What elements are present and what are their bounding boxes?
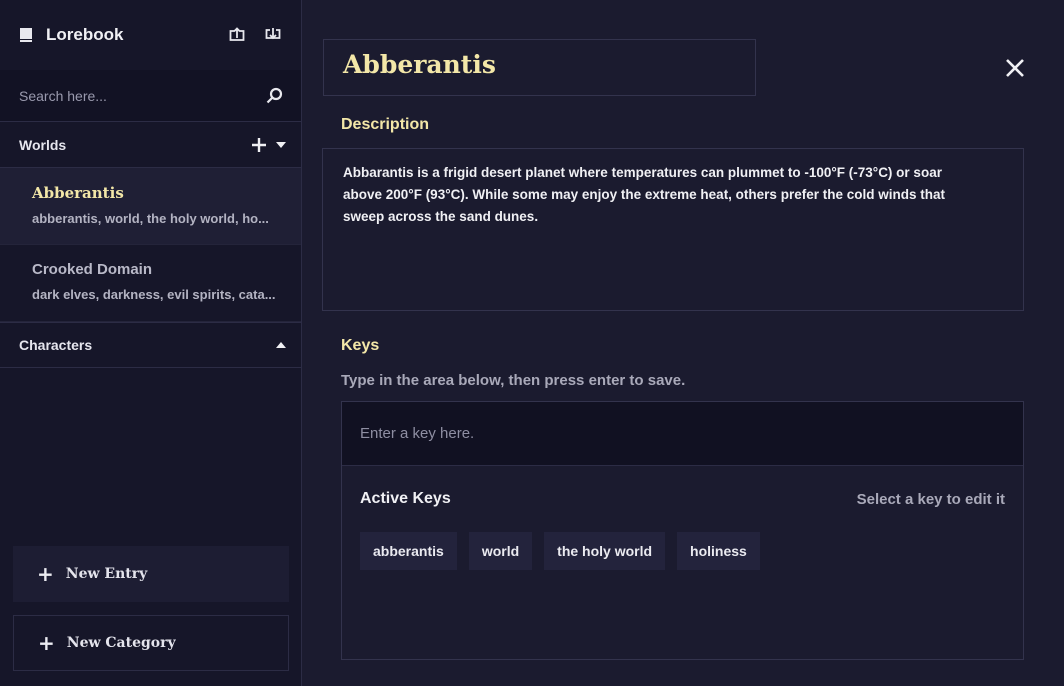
new-entry-label: New Entry [66,566,147,582]
import-icon [265,27,281,43]
caret-down-icon[interactable] [273,137,289,153]
keys-panel: Active Keys Select a key to edit it abbe… [341,401,1024,660]
key-input[interactable] [360,425,1005,442]
entry-title-text: Abberantis [343,50,496,79]
sidebar: Lorebook Worlds Abberantis abberantis, w… [0,0,302,686]
book-icon [20,28,32,42]
keys-hint: Type in the area below, then press enter… [341,372,685,389]
category-label: Characters [19,337,273,353]
search-bar [0,70,301,122]
active-keys-list: abberantis world the holy world holiness [342,532,1023,570]
active-keys-label: Active Keys [360,490,451,508]
sidebar-title: Lorebook [46,25,211,45]
plus-icon: + [38,631,55,655]
entry-keys: abberantis, world, the holy world, ho... [32,211,286,226]
category-label: Worlds [19,137,251,153]
active-keys-header: Active Keys Select a key to edit it [342,466,1023,532]
import-button[interactable] [263,25,283,45]
select-key-hint: Select a key to edit it [857,491,1005,508]
sidebar-header: Lorebook [0,0,301,70]
entry-title: Crooked Domain [32,261,285,278]
new-category-label: New Category [67,635,176,651]
category-header-characters[interactable]: Characters [0,322,301,368]
key-chip[interactable]: the holy world [544,532,665,570]
description-label: Description [341,116,429,134]
entry-crooked-domain[interactable]: Crooked Domain dark elves, darkness, evi… [0,245,301,322]
entry-abberantis[interactable]: Abberantis abberantis, world, the holy w… [0,168,301,245]
description-field[interactable]: Abbarantis is a frigid desert planet whe… [322,148,1024,311]
export-icon [229,27,245,43]
key-chip[interactable]: abberantis [360,532,457,570]
export-button[interactable] [227,25,247,45]
add-entry-icon[interactable] [251,137,267,153]
search-icon[interactable] [266,87,283,104]
key-input-wrapper [342,402,1023,466]
new-entry-button[interactable]: + New Entry [13,546,289,602]
entry-title: Abberantis [32,184,285,202]
keys-label: Keys [341,337,379,355]
search-input[interactable] [19,88,266,104]
new-category-button[interactable]: + New Category [13,615,289,671]
entry-editor: Abberantis Description Abbarantis is a f… [303,0,1064,686]
key-chip[interactable]: world [469,532,532,570]
entry-title-field[interactable]: Abberantis [323,39,756,96]
close-icon[interactable] [1003,56,1027,80]
key-chip[interactable]: holiness [677,532,760,570]
description-text: Abbarantis is a frigid desert planet whe… [343,162,963,228]
category-header-worlds[interactable]: Worlds [0,122,301,168]
caret-up-icon[interactable] [273,337,289,353]
plus-icon: + [37,562,54,586]
entry-keys: dark elves, darkness, evil spirits, cata… [32,287,286,302]
